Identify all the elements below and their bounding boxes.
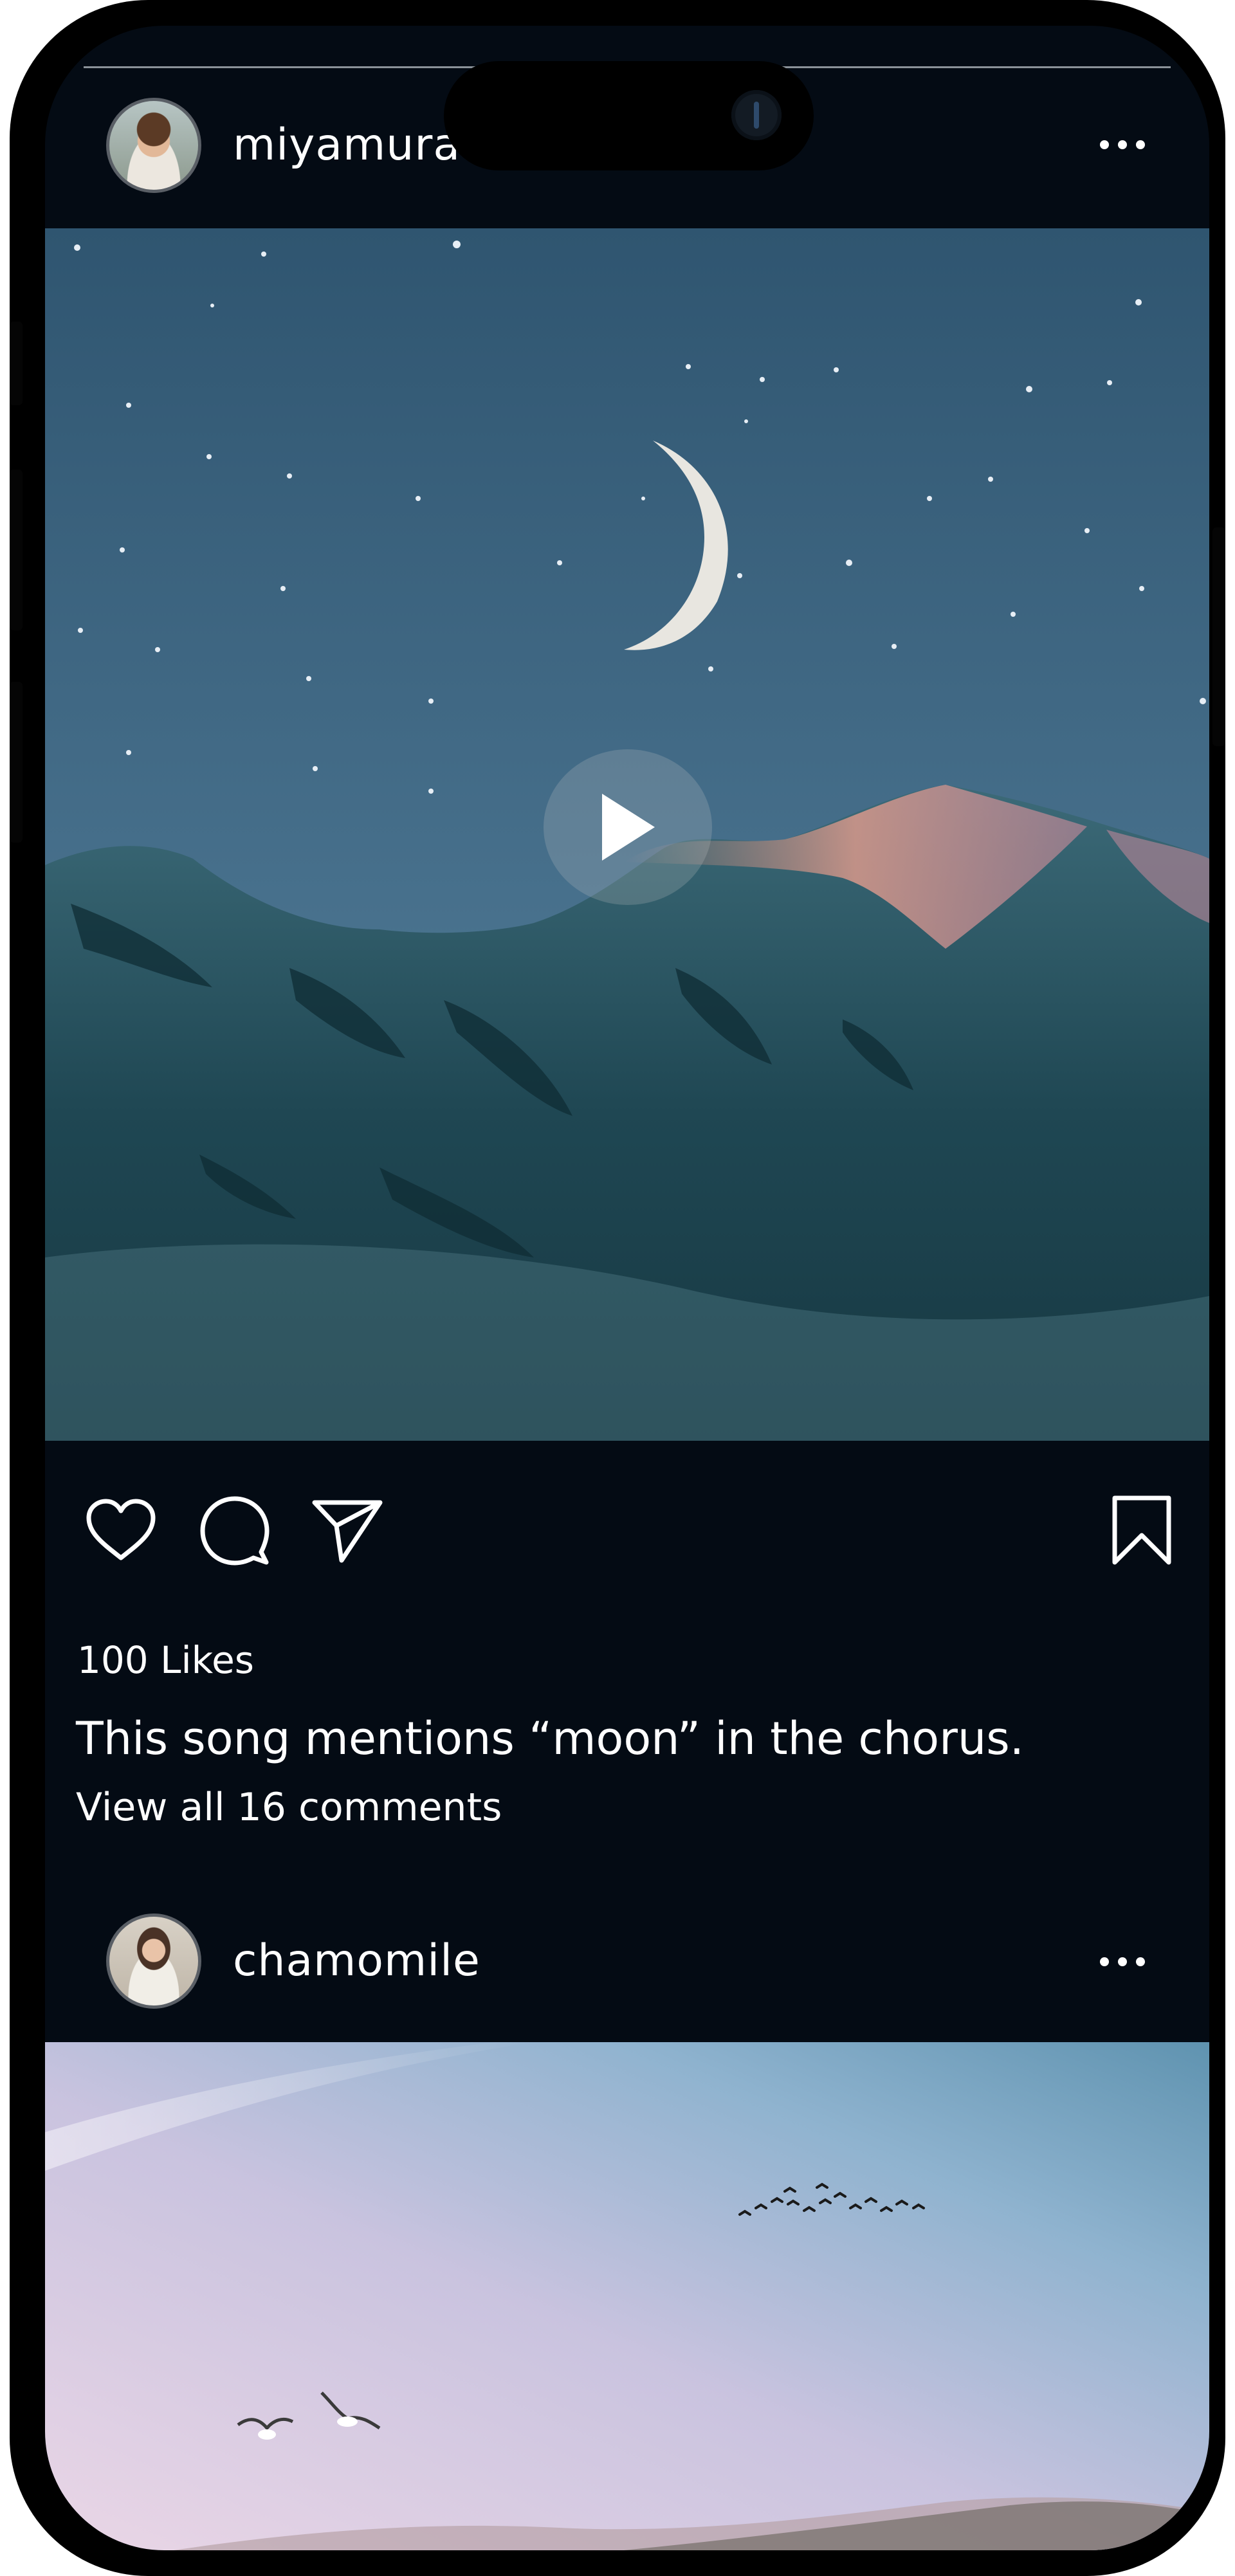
dynamic-island xyxy=(444,61,814,170)
power-button xyxy=(1212,527,1225,746)
view-comments-link[interactable]: View all 16 comments xyxy=(76,1788,502,1827)
more-options-icon[interactable] xyxy=(1097,125,1148,164)
volume-up-button xyxy=(10,470,23,630)
volume-down-button xyxy=(10,682,23,843)
front-camera xyxy=(731,90,782,140)
post-media-video[interactable] xyxy=(45,228,1209,1441)
heart-icon[interactable] xyxy=(82,1492,160,1569)
play-icon xyxy=(602,794,655,861)
play-button[interactable] xyxy=(544,749,712,905)
phone-frame: miyamura 100 Likes This song mentions “m… xyxy=(10,0,1225,2576)
post-action-bar xyxy=(45,1473,1209,1569)
silent-switch xyxy=(10,322,23,405)
more-options-icon[interactable] xyxy=(1097,1942,1148,1981)
avatar[interactable] xyxy=(106,98,201,193)
share-icon[interactable] xyxy=(309,1492,386,1569)
comment-icon[interactable] xyxy=(196,1492,273,1569)
post-caption: This song mentions “moon” in the chorus. xyxy=(76,1712,1024,1765)
post-username[interactable]: chamomile xyxy=(233,1939,480,1983)
likes-count[interactable]: 100 Likes xyxy=(77,1641,254,1679)
post-username[interactable]: miyamura xyxy=(233,123,461,167)
post-header: chamomile xyxy=(45,1904,1209,2013)
post-media-image[interactable] xyxy=(45,2042,1209,2550)
avatar[interactable] xyxy=(106,1914,201,2009)
bookmark-icon[interactable] xyxy=(1103,1492,1180,1569)
app-screen: miyamura 100 Likes This song mentions “m… xyxy=(45,26,1209,2550)
